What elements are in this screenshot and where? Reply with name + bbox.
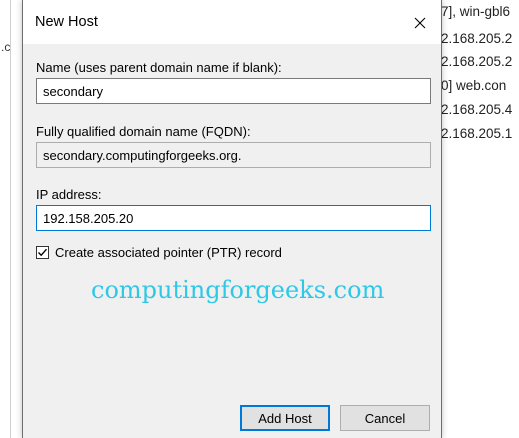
name-input[interactable]	[36, 78, 431, 104]
ip-address-input[interactable]	[36, 205, 431, 231]
watermark-text: computingforgeeks.com	[91, 276, 385, 304]
background-left-text: .c	[1, 40, 11, 54]
close-icon	[414, 17, 426, 29]
ptr-record-checkbox[interactable]	[36, 245, 49, 259]
close-button[interactable]	[409, 12, 431, 34]
dialog-title: New Host	[35, 14, 98, 30]
cancel-button[interactable]: Cancel	[340, 405, 430, 431]
ip-address-label: IP address:	[36, 187, 102, 202]
add-host-button[interactable]: Add Host	[240, 405, 330, 431]
screen: .c 7], win-gbl6 2.168.205.2 2.168.205.2 …	[0, 0, 519, 438]
ptr-record-label: Create associated pointer (PTR) record	[55, 244, 282, 260]
fqdn-field	[36, 142, 431, 168]
name-label: Name (uses parent domain name if blank):	[36, 60, 282, 75]
background-record-line: 0] web.con	[441, 78, 507, 93]
ptr-record-option[interactable]: Create associated pointer (PTR) record	[36, 243, 282, 261]
background-record-line: 2.168.205.1	[441, 126, 513, 141]
fqdn-label: Fully qualified domain name (FQDN):	[36, 124, 251, 139]
background-left-panel: .c	[0, 0, 11, 438]
background-record-line: 7], win-gbl6	[441, 4, 511, 19]
background-record-line: 2.168.205.2	[441, 31, 513, 46]
checkmark-icon	[38, 248, 48, 256]
background-record-line: 2.168.205.4	[441, 102, 513, 117]
new-host-dialog: New Host Name (uses parent domain name i…	[22, 0, 442, 438]
background-record-line: 2.168.205.2	[441, 54, 513, 69]
background-record-list: 7], win-gbl6 2.168.205.2 2.168.205.2 0] …	[441, 0, 519, 438]
dialog-titlebar: New Host	[23, 0, 441, 44]
